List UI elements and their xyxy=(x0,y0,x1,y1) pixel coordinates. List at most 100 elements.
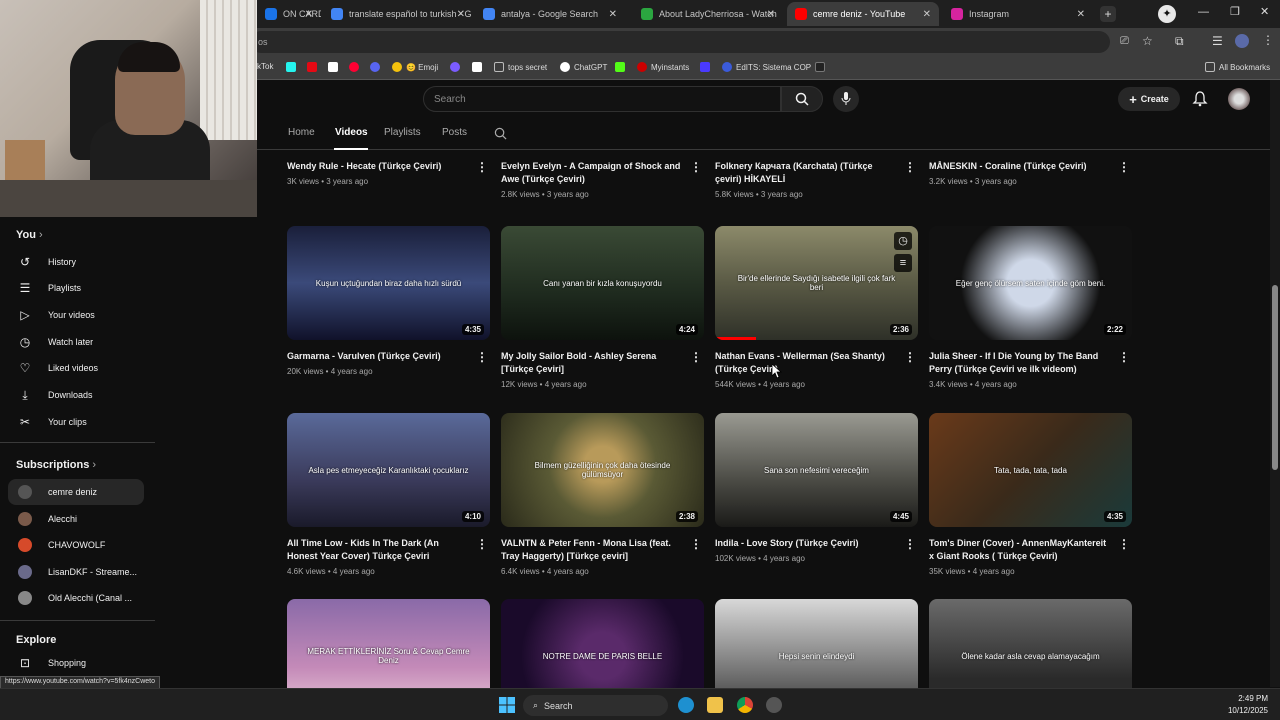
subscription-item-lisandkf[interactable]: LisanDKF - Streame... xyxy=(8,559,144,585)
video-thumbnail[interactable]: Asla pes etmeyeceğiz Karanlıktaki çocukl… xyxy=(287,413,490,527)
sidebar-item-liked-videos[interactable]: ♡ Liked videos xyxy=(8,355,144,381)
video-thumbnail[interactable]: Bir'de ellerinde Saydığı isabetle ilgili… xyxy=(715,226,918,340)
bookmark-item[interactable] xyxy=(700,62,714,72)
sidebar-item-playlists[interactable]: ☰ Playlists xyxy=(8,275,144,301)
search-button[interactable] xyxy=(781,86,823,112)
bookmark-item[interactable] xyxy=(328,62,342,72)
browser-tab-active[interactable]: cemre deniz - YouTube ✕ xyxy=(787,2,939,26)
sidebar-item-history[interactable]: ↺ History xyxy=(8,249,144,275)
bookmark-edits[interactable]: EdITS: Sistema COP xyxy=(722,62,811,72)
bookmark-item[interactable] xyxy=(450,62,464,72)
video-thumbnail[interactable]: Canı yanan bir kızla konuşuyordu 4:24 xyxy=(501,226,704,340)
video-title[interactable]: All Time Low - Kids In The Dark (An Hone… xyxy=(287,537,467,563)
bookmark-emoji[interactable]: 😊 Emoji xyxy=(392,62,438,72)
restore-button[interactable]: ❐ xyxy=(1230,5,1240,18)
bookmark-item[interactable] xyxy=(307,62,321,72)
close-tab-icon[interactable]: ✕ xyxy=(1077,9,1085,20)
sidebar-item-downloads[interactable]: ⤓ Downloads xyxy=(8,382,144,408)
close-window-button[interactable]: ✕ xyxy=(1260,5,1269,18)
you-section-header[interactable]: You › xyxy=(16,229,43,241)
channel-search-icon[interactable] xyxy=(494,127,507,140)
search-input[interactable]: Search xyxy=(423,86,781,112)
tab-posts[interactable]: Posts xyxy=(442,127,467,138)
video-card[interactable]: Wendy Rule - Hecate (Türkçe Çeviri) 3K vi… xyxy=(287,160,490,186)
kebab-menu-icon[interactable]: ⋮ xyxy=(1262,33,1274,47)
more-options-icon[interactable]: ⋮ xyxy=(690,537,702,551)
subscription-item-cemre-deniz[interactable]: cemre deniz xyxy=(8,479,144,505)
gemini-icon[interactable]: ✦ xyxy=(1158,5,1176,23)
video-card[interactable]: MÅNESKIN - Coraline (Türkçe Çeviri) 3.2K … xyxy=(929,160,1132,186)
more-options-icon[interactable]: ⋮ xyxy=(1118,160,1130,174)
video-thumbnail[interactable]: Eğer genç ölürsem saten içinde göm beni.… xyxy=(929,226,1132,340)
video-thumbnail[interactable]: Tata, tada, tata, tada 4:35 xyxy=(929,413,1132,527)
bookmark-star-icon[interactable]: ☆ xyxy=(1142,34,1153,48)
file-explorer-icon[interactable] xyxy=(707,697,723,713)
bookmark-chatgpt[interactable]: ChatGPT xyxy=(560,62,607,72)
create-button[interactable]: + Create xyxy=(1118,87,1180,111)
video-title[interactable]: Tom's Diner (Cover) - AnnenMayKantereit … xyxy=(929,537,1109,563)
notifications-bell-icon[interactable] xyxy=(1192,91,1208,107)
subscription-item-chavowolf[interactable]: CHAVOWOLF xyxy=(8,532,144,558)
video-title[interactable]: MÅNESKIN - Coraline (Türkçe Çeviri) xyxy=(929,160,1109,173)
watch-later-icon[interactable]: ◷ xyxy=(894,232,912,250)
video-title[interactable]: Garmarna - Varulven (Türkçe Çeviri) xyxy=(287,350,467,363)
video-title[interactable]: VALNTN & Peter Fenn - Mona Lisa (feat. T… xyxy=(501,537,681,563)
close-tab-icon[interactable]: ✕ xyxy=(457,9,465,20)
edge-icon[interactable] xyxy=(678,697,694,713)
taskbar-search[interactable]: ⌕ Search xyxy=(523,695,668,716)
browser-tab[interactable]: antalya - Google Search ✕ xyxy=(475,2,625,26)
bookmark-folder[interactable]: tops secret xyxy=(494,62,547,72)
subscription-item-old-alecchi[interactable]: Old Alecchi (Canal ... xyxy=(8,585,144,611)
sidebar-item-your-clips[interactable]: ✂ Your clips xyxy=(8,409,144,435)
video-card[interactable]: Folknery Карчата (Karchata) (Türkçe çevi… xyxy=(715,160,918,199)
browser-tab[interactable]: Instagram ✕ xyxy=(943,2,1093,26)
video-thumbnail[interactable]: Kuşun uçtuğundan biraz daha hızlı sürdü 4… xyxy=(287,226,490,340)
subscription-item-alecchi[interactable]: Alecchi xyxy=(8,506,144,532)
browser-tab[interactable]: translate español to turkish - G ✕ xyxy=(323,2,473,26)
subscriptions-header[interactable]: Subscriptions › xyxy=(16,459,96,471)
bookmark-item[interactable] xyxy=(370,62,384,72)
tab-videos[interactable]: Videos xyxy=(335,127,368,138)
sidebar-item-shopping[interactable]: ⊡ Shopping xyxy=(8,650,144,676)
close-tab-icon[interactable]: ✕ xyxy=(923,9,931,20)
close-tab-icon[interactable]: ✕ xyxy=(305,9,313,20)
more-options-icon[interactable]: ⋮ xyxy=(1118,537,1130,551)
video-card[interactable]: Eğer genç ölürsem saten içinde göm beni.… xyxy=(929,226,1132,389)
sidebar-item-your-videos[interactable]: ▷ Your videos xyxy=(8,302,144,328)
video-title[interactable]: Folknery Карчата (Karchata) (Türkçe çevi… xyxy=(715,160,895,186)
close-tab-icon[interactable]: ✕ xyxy=(767,9,775,20)
video-card[interactable]: Evelyn Evelyn - A Campaign of Shock and … xyxy=(501,160,704,199)
bookmark-item[interactable] xyxy=(286,62,300,72)
sidebar-item-watch-later[interactable]: ◷ Watch later xyxy=(8,329,144,355)
video-title[interactable]: Indila - Love Story (Türkçe Çeviri) xyxy=(715,537,895,550)
video-card[interactable]: Bilmem güzelliğinin çok daha ötesinde gü… xyxy=(501,413,704,576)
browser-tab[interactable]: ON CARD ✕ xyxy=(257,2,321,26)
bookmark-item[interactable] xyxy=(349,62,363,72)
profile-avatar[interactable] xyxy=(1235,34,1249,48)
video-title[interactable]: Wendy Rule - Hecate (Türkçe Çeviri) xyxy=(287,160,467,173)
scrollbar-thumb[interactable] xyxy=(1272,285,1278,470)
more-options-icon[interactable]: ⋮ xyxy=(904,350,916,364)
tab-search-icon[interactable]: ⧉ xyxy=(1175,34,1184,49)
video-title[interactable]: Evelyn Evelyn - A Campaign of Shock and … xyxy=(501,160,681,186)
video-title[interactable]: Nathan Evans - Wellerman (Sea Shanty) (T… xyxy=(715,350,895,376)
bookmark-item[interactable] xyxy=(815,62,829,72)
more-options-icon[interactable]: ⋮ xyxy=(476,350,488,364)
more-options-icon[interactable]: ⋮ xyxy=(476,537,488,551)
tab-playlists[interactable]: Playlists xyxy=(384,127,421,138)
cast-icon[interactable]: ⎚ xyxy=(1120,35,1129,48)
minimize-button[interactable]: — xyxy=(1198,6,1209,18)
more-options-icon[interactable]: ⋮ xyxy=(904,160,916,174)
video-title[interactable]: Julia Sheer - If I Die Young by The Band… xyxy=(929,350,1109,376)
more-options-icon[interactable]: ⋮ xyxy=(476,160,488,174)
close-tab-icon[interactable]: ✕ xyxy=(609,9,617,20)
video-card[interactable]: Asla pes etmeyeceğiz Karanlıktaki çocukl… xyxy=(287,413,490,576)
taskbar-clock[interactable]: 2:49 PM 10/12/2025 xyxy=(1228,693,1268,717)
page-scrollbar[interactable] xyxy=(1270,80,1280,687)
bookmark-myinstants[interactable]: Myinstants xyxy=(637,62,689,72)
app-icon[interactable] xyxy=(766,697,782,713)
bookmark-item[interactable] xyxy=(615,62,629,72)
video-thumbnail[interactable]: Sana son nefesimi vereceğim 4:45 xyxy=(715,413,918,527)
more-options-icon[interactable]: ⋮ xyxy=(1118,350,1130,364)
add-to-queue-icon[interactable]: ≡ xyxy=(894,254,912,272)
